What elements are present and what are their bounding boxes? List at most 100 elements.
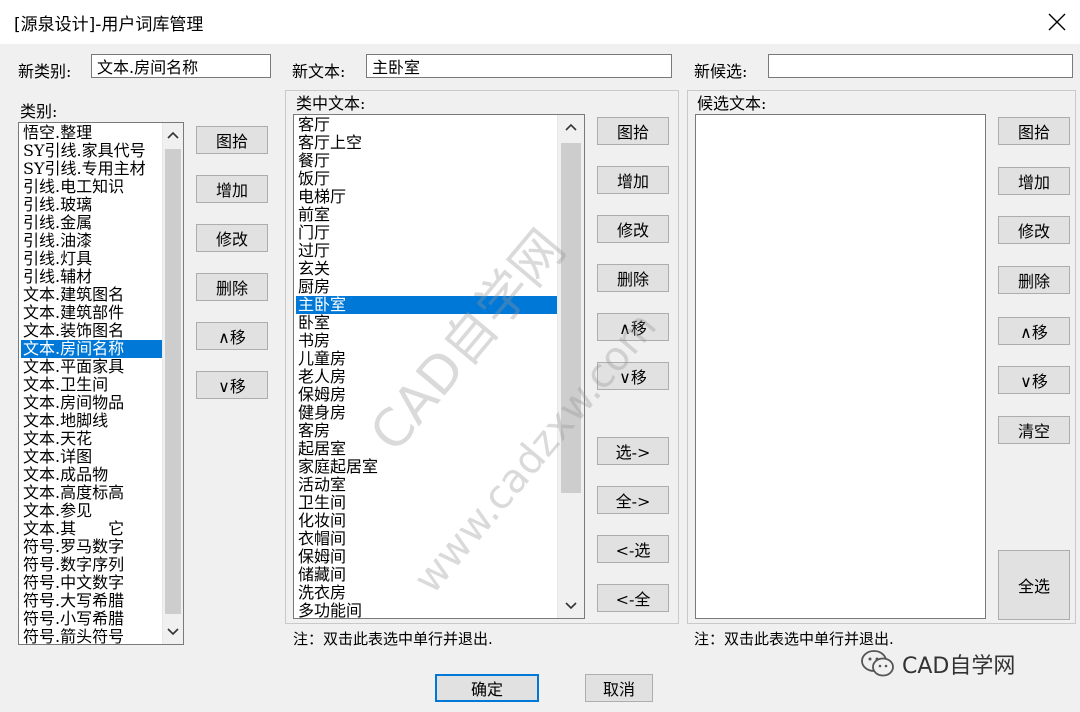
text-move-up-button[interactable]: ∧移 (597, 313, 669, 341)
list-item[interactable]: 符号.中文数字 (21, 574, 163, 592)
list-item[interactable]: 储藏间 (296, 566, 564, 584)
list-item[interactable]: SY引线.专用主材 (21, 160, 163, 178)
texts-scroll-thumb[interactable] (561, 143, 581, 493)
list-item[interactable]: 引线.灯具 (21, 250, 163, 268)
list-item[interactable]: 健身房 (296, 404, 564, 422)
candidate-delete-button[interactable]: 删除 (998, 266, 1070, 294)
new-category-input[interactable] (91, 54, 271, 78)
candidates-list[interactable] (695, 114, 986, 619)
list-item[interactable]: 书房 (296, 332, 564, 350)
list-item[interactable]: 悟空.整理 (21, 124, 163, 142)
select-to-candidate-button[interactable]: 选-> (597, 437, 669, 465)
list-item[interactable]: 前室 (296, 206, 564, 224)
candidate-pick-button[interactable]: 图拾 (998, 117, 1070, 145)
list-item[interactable]: 文本.详图 (21, 448, 163, 466)
ok-button[interactable]: 确定 (435, 674, 539, 702)
category-pick-button[interactable]: 图拾 (196, 126, 268, 154)
candidate-clear-button[interactable]: 清空 (998, 416, 1070, 444)
list-item[interactable]: 饭厅 (296, 170, 564, 188)
list-item[interactable]: 文本.房间物品 (21, 394, 163, 412)
close-button[interactable] (1034, 0, 1080, 44)
list-item[interactable]: SY引线.家具代号 (21, 142, 163, 160)
list-item[interactable]: 洗衣房 (296, 584, 564, 602)
text-pick-button[interactable]: 图拾 (597, 117, 669, 145)
list-item[interactable]: 文本.建筑部件 (21, 304, 163, 322)
list-item[interactable]: 主卧室 (296, 296, 564, 314)
list-item[interactable]: 文本.装饰图名 (21, 322, 163, 340)
category-move-down-button[interactable]: ∨移 (196, 371, 268, 399)
list-item[interactable]: 符号.数字序列 (21, 556, 163, 574)
candidates-label: 候选文本: (697, 94, 767, 113)
list-item[interactable]: 符号.大写希腊 (21, 592, 163, 610)
new-text-label: 新文本: (292, 62, 346, 81)
all-back-button[interactable]: <-全 (597, 584, 669, 612)
texts-scroll-up[interactable] (558, 117, 584, 137)
list-item[interactable]: 儿童房 (296, 350, 564, 368)
list-item[interactable]: 客房 (296, 422, 564, 440)
category-scrollbar[interactable] (162, 123, 183, 644)
list-item[interactable]: 文本.平面家具 (21, 358, 163, 376)
text-move-down-button[interactable]: ∨移 (597, 362, 669, 390)
candidate-move-up-button[interactable]: ∧移 (998, 317, 1070, 345)
category-edit-button[interactable]: 修改 (196, 224, 268, 252)
list-item[interactable]: 玄关 (296, 260, 564, 278)
list-item[interactable]: 衣帽间 (296, 530, 564, 548)
candidate-add-button[interactable]: 增加 (998, 167, 1070, 195)
candidate-select-all-button[interactable]: 全选 (998, 550, 1070, 620)
texts-list[interactable]: 客厅 客厅上空 餐厅 饭厅 电梯厅 前室 门厅 过厅 玄关 厨房 主卧室 卧室 书房 儿童房 老人房 保姆房健… (293, 114, 585, 619)
text-add-button[interactable]: 增加 (597, 166, 669, 194)
new-candidate-input[interactable] (768, 54, 1073, 78)
list-item[interactable]: 家庭起居室 (296, 458, 564, 476)
list-item[interactable]: 符号.箭头符号 (21, 628, 163, 644)
list-item[interactable]: 文本.参见 (21, 502, 163, 520)
list-item[interactable]: 符号.罗马数字 (21, 538, 163, 556)
list-item[interactable]: 保姆房 (296, 386, 564, 404)
list-item[interactable]: 电梯厅 (296, 188, 564, 206)
list-item[interactable]: 引线.玻璃 (21, 196, 163, 214)
texts-scroll-down[interactable] (558, 596, 584, 616)
list-item[interactable]: 文本.卫生间 (21, 376, 163, 394)
list-item[interactable]: 文本.房间名称 (21, 340, 163, 358)
category-scroll-thumb[interactable] (165, 149, 181, 614)
list-item[interactable]: 文本.天花 (21, 430, 163, 448)
text-edit-button[interactable]: 修改 (597, 215, 669, 243)
list-item[interactable]: 引线.辅材 (21, 268, 163, 286)
list-item[interactable]: 文本.地脚线 (21, 412, 163, 430)
all-to-candidate-button[interactable]: 全-> (597, 486, 669, 514)
list-item[interactable]: 文本.其 它 (21, 520, 163, 538)
text-delete-button[interactable]: 删除 (597, 264, 669, 292)
list-item[interactable]: 餐厅 (296, 152, 564, 170)
list-item[interactable]: 活动室 (296, 476, 564, 494)
select-back-button[interactable]: <-选 (597, 535, 669, 563)
list-item[interactable]: 卧室 (296, 314, 564, 332)
texts-scrollbar[interactable] (557, 115, 584, 618)
list-item[interactable]: 文本.建筑图名 (21, 286, 163, 304)
category-move-up-button[interactable]: ∧移 (196, 322, 268, 350)
list-item[interactable]: 文本.成品物 (21, 466, 163, 484)
list-item[interactable]: 客厅上空 (296, 134, 564, 152)
category-list[interactable]: 悟空.整理 SY引线.家具代号 SY引线.专用主材 引线.电工知识 引线.玻璃 引线.金属… (18, 122, 184, 645)
list-item[interactable]: 引线.金属 (21, 214, 163, 232)
list-item[interactable]: 保姆间 (296, 548, 564, 566)
list-item[interactable]: 客厅 (296, 116, 564, 134)
candidate-move-down-button[interactable]: ∨移 (998, 366, 1070, 394)
list-item[interactable]: 老人房 (296, 368, 564, 386)
list-item[interactable]: 过厅 (296, 242, 564, 260)
list-item[interactable]: 多功能间 (296, 602, 564, 618)
list-item[interactable]: 门厅 (296, 224, 564, 242)
category-scroll-down[interactable] (163, 622, 183, 642)
category-scroll-up[interactable] (163, 125, 183, 145)
list-item[interactable]: 文本.高度标高 (21, 484, 163, 502)
new-text-input[interactable] (366, 54, 672, 78)
candidate-edit-button[interactable]: 修改 (998, 216, 1070, 244)
list-item[interactable]: 化妆间 (296, 512, 564, 530)
list-item[interactable]: 卫生间 (296, 494, 564, 512)
category-delete-button[interactable]: 删除 (196, 273, 268, 301)
list-item[interactable]: 符号.小写希腊 (21, 610, 163, 628)
category-add-button[interactable]: 增加 (196, 175, 268, 203)
list-item[interactable]: 引线.电工知识 (21, 178, 163, 196)
list-item[interactable]: 引线.油漆 (21, 232, 163, 250)
list-item[interactable]: 起居室 (296, 440, 564, 458)
list-item[interactable]: 厨房 (296, 278, 564, 296)
cancel-button[interactable]: 取消 (585, 674, 653, 702)
